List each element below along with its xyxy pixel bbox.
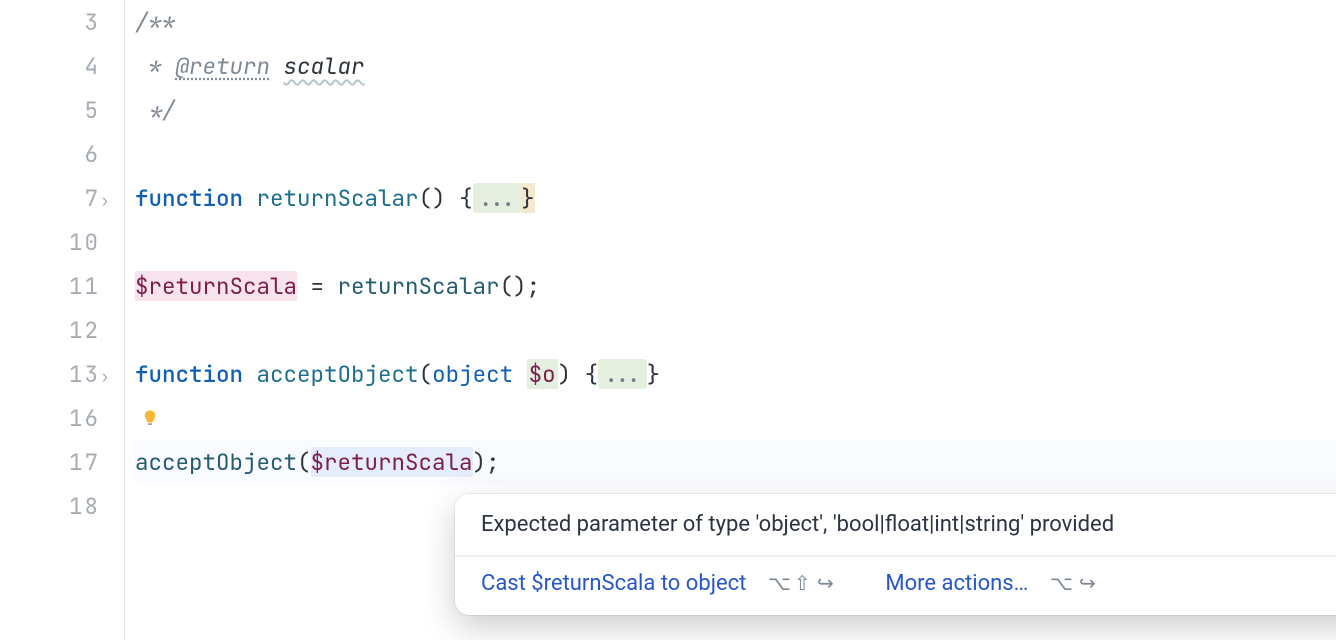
punct: ; bbox=[527, 271, 541, 301]
brace: { bbox=[459, 183, 473, 213]
line-number: 11 bbox=[0, 264, 100, 308]
code-line[interactable] bbox=[135, 220, 1336, 264]
doc-tag: @return bbox=[176, 51, 271, 81]
line-number: 10 bbox=[0, 220, 100, 264]
punct: () bbox=[419, 183, 446, 213]
function-name: acceptObject bbox=[257, 359, 419, 389]
param: $o bbox=[527, 359, 558, 389]
action-label: More actions… bbox=[885, 571, 1028, 596]
punct bbox=[446, 183, 460, 213]
inspection-tooltip: Expected parameter of type 'object', 'bo… bbox=[455, 494, 1336, 615]
code-line[interactable] bbox=[135, 308, 1336, 352]
punct bbox=[571, 359, 585, 389]
brace: } bbox=[521, 183, 535, 213]
comment: * bbox=[135, 51, 176, 81]
gutter: 3 4 5 6 7 › 10 11 12 13 › 16 17 18 bbox=[0, 0, 124, 640]
brace: } bbox=[647, 359, 661, 389]
fold-icon[interactable]: › bbox=[100, 190, 110, 211]
operator: = bbox=[297, 271, 338, 301]
code-line[interactable] bbox=[135, 132, 1336, 176]
punct: () bbox=[500, 271, 527, 301]
doc-value: scalar bbox=[284, 51, 365, 81]
brace: { bbox=[585, 359, 599, 389]
line-number: 16 bbox=[0, 396, 100, 440]
variable: $returnScala bbox=[135, 271, 297, 301]
tooltip-message: Expected parameter of type 'object', 'bo… bbox=[481, 512, 1114, 537]
code-line-current[interactable]: acceptObject($returnScala); bbox=[135, 440, 1336, 484]
code-line[interactable]: function returnScalar() {...} bbox=[135, 176, 1336, 220]
comment: /** bbox=[135, 7, 176, 37]
punct: ( bbox=[297, 447, 311, 477]
line-number: 6 bbox=[0, 132, 100, 176]
fold-ellipsis[interactable]: ... bbox=[473, 183, 522, 213]
more-actions[interactable]: More actions… ⌥↩ bbox=[885, 571, 1095, 597]
line-number: 3 bbox=[0, 0, 100, 44]
comment bbox=[270, 51, 284, 81]
line-number: 5 bbox=[0, 88, 100, 132]
line-number: 13 bbox=[0, 352, 100, 396]
line-number: 7 bbox=[0, 176, 100, 220]
action-label: Cast $returnScala to object bbox=[481, 571, 746, 596]
tooltip-header: Expected parameter of type 'object', 'bo… bbox=[455, 494, 1336, 555]
code-line[interactable]: /** bbox=[135, 0, 1336, 44]
keyword: function bbox=[135, 183, 243, 213]
function-call: returnScalar bbox=[338, 271, 500, 301]
line-number: 12 bbox=[0, 308, 100, 352]
comment: */ bbox=[135, 95, 176, 125]
code-line[interactable]: * @return scalar bbox=[135, 44, 1336, 88]
code-line[interactable]: */ bbox=[135, 88, 1336, 132]
shortcut: ⌥⇧↩ bbox=[768, 571, 834, 595]
function-call: acceptObject bbox=[135, 447, 297, 477]
fold-ellipsis[interactable]: ... bbox=[598, 359, 647, 389]
shortcut: ⌥↩ bbox=[1050, 571, 1096, 595]
code-area[interactable]: /** * @return scalar */ function returnS… bbox=[124, 0, 1336, 640]
code-line[interactable] bbox=[135, 396, 1336, 440]
line-number: 4 bbox=[0, 44, 100, 88]
line-number: 17 bbox=[0, 440, 100, 484]
punct bbox=[513, 359, 527, 389]
fold-icon[interactable]: › bbox=[100, 366, 110, 387]
code-editor[interactable]: 3 4 5 6 7 › 10 11 12 13 › 16 17 18 /** *… bbox=[0, 0, 1336, 640]
argument: $returnScala bbox=[311, 447, 473, 477]
intention-bulb-icon[interactable] bbox=[141, 406, 159, 424]
punct: ) bbox=[473, 447, 487, 477]
keyword: function bbox=[135, 359, 243, 389]
punct bbox=[243, 183, 257, 213]
punct: ) bbox=[558, 359, 572, 389]
type: object bbox=[432, 359, 513, 389]
punct: ; bbox=[486, 447, 500, 477]
code-line[interactable]: function acceptObject(object $o) {...} bbox=[135, 352, 1336, 396]
code-line[interactable]: $returnScala = returnScalar(); bbox=[135, 264, 1336, 308]
function-name: returnScalar bbox=[257, 183, 419, 213]
quick-fix-cast[interactable]: Cast $returnScala to object ⌥⇧↩ bbox=[481, 571, 833, 597]
line-number: 18 bbox=[0, 484, 100, 528]
punct: ( bbox=[419, 359, 433, 389]
punct bbox=[243, 359, 257, 389]
tooltip-actions: Cast $returnScala to object ⌥⇧↩ More act… bbox=[455, 557, 1336, 615]
